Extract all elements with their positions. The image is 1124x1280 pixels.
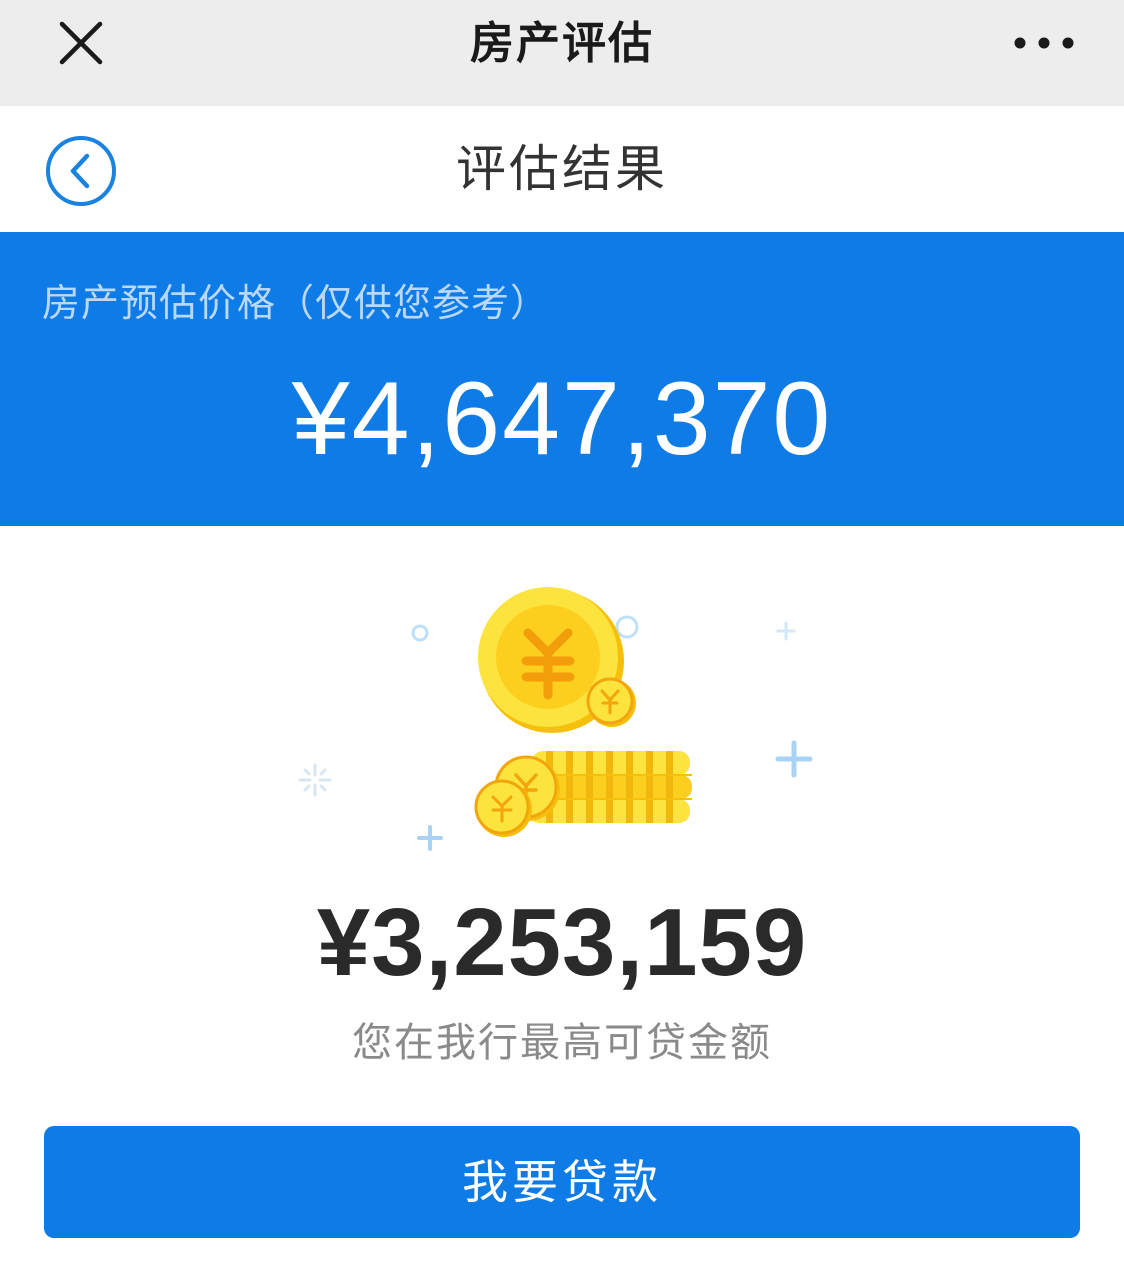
estimate-value: ¥4,647,370 [291,361,833,477]
page-title: 评估结果 [456,140,668,198]
gold-coins-icon [290,585,830,875]
estimate-banner: 房产预估价格（仅供您参考） ¥4,647,370 [0,232,1124,526]
max-loan-caption: 您在我行最高可贷金额 [352,1020,772,1066]
app-title: 房产评估 [470,18,654,69]
top-nav-bar: 房产评估 [0,0,1124,106]
sparkle-circle-icon [615,615,639,639]
sparkle-burst-icon [298,763,332,797]
estimate-label: 房产预估价格（仅供您参考） [42,281,550,325]
sparkle-plus-icon [775,740,813,778]
more-dots-icon [1014,37,1074,49]
sparkle-plus-icon [776,621,796,641]
apply-loan-button[interactable]: 我要贷款 [44,1126,1080,1238]
page-header: 评估结果 [0,106,1124,232]
page: 房产评估 评估结果 房产预估价格（仅供您参考） ¥4,647,370 ¥3,25… [0,0,1124,1280]
sparkle-circle-icon [411,624,429,642]
more-menu-button[interactable] [1012,30,1076,56]
sparkle-plus-icon [417,825,443,851]
max-loan-amount: ¥3,253,159 [316,889,808,996]
